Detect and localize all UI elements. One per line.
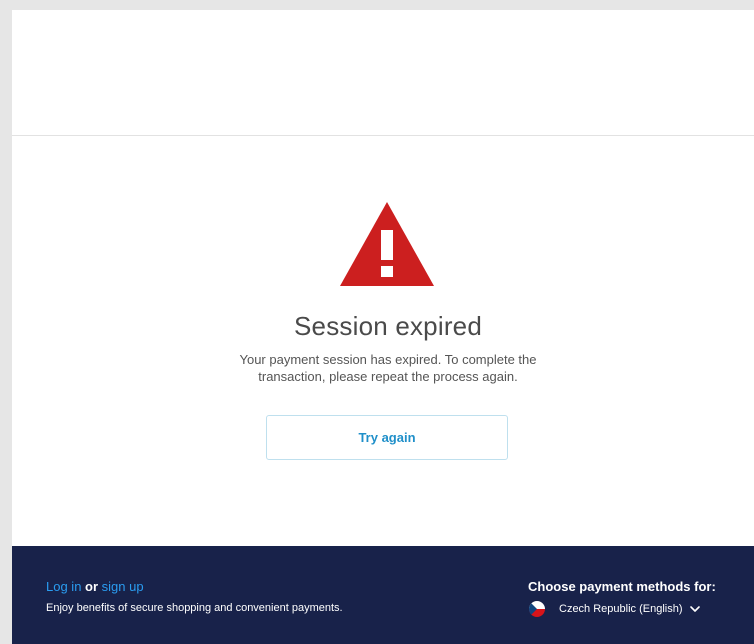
footer: Log in or sign up Enjoy benefits of secu… bbox=[12, 546, 754, 644]
signup-link[interactable]: sign up bbox=[102, 579, 144, 594]
country-selector[interactable]: Czech Republic (English) bbox=[529, 599, 701, 619]
country-label: Czech Republic (English) bbox=[559, 603, 683, 615]
auth-links: Log in or sign up bbox=[46, 579, 144, 594]
page-title: Session expired bbox=[294, 311, 482, 341]
benefits-text: Enjoy benefits of secure shopping and co… bbox=[46, 602, 343, 614]
checkout-frame: Session expired Your payment session has… bbox=[12, 10, 754, 644]
chevron-down-icon bbox=[689, 606, 700, 612]
session-expired-panel: Session expired Your payment session has… bbox=[12, 136, 754, 546]
page-header bbox=[12, 10, 754, 136]
login-link[interactable]: Log in bbox=[46, 579, 81, 594]
try-again-button[interactable]: Try again bbox=[266, 415, 508, 460]
or-label: or bbox=[85, 579, 102, 594]
czech-flag-icon bbox=[529, 601, 545, 617]
expired-message: Your payment session has expired. To com… bbox=[239, 352, 537, 384]
warning-triangle-icon bbox=[340, 202, 434, 286]
choose-methods-heading: Choose payment methods for: bbox=[528, 579, 716, 594]
